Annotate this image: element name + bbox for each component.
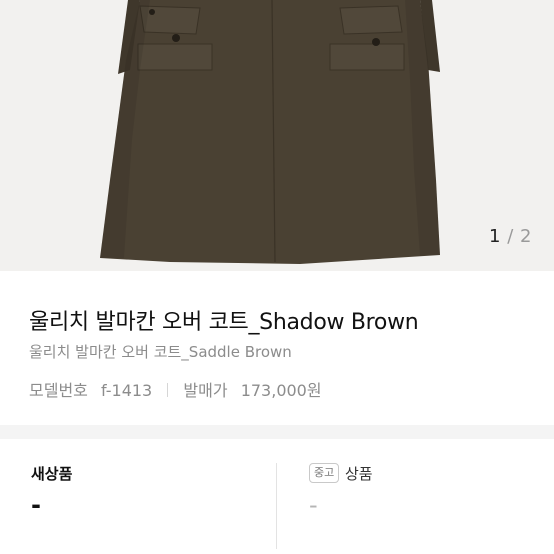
- product-title: 울리치 발마칸 오버 코트_Shadow Brown: [29, 310, 419, 335]
- tab-used-value: -: [309, 491, 318, 519]
- pager-separator: /: [507, 226, 514, 247]
- tab-used-label: 상품: [345, 465, 373, 483]
- release-price-label: 발매가: [183, 381, 228, 400]
- tab-new-label: 새상품: [31, 465, 73, 483]
- product-meta: 모델번호 f-1413 발매가 173,000원: [29, 377, 322, 401]
- tab-new-product[interactable]: 새상품 -: [0, 439, 276, 554]
- condition-tabs: 새상품 - 중고 상품 -: [0, 439, 554, 554]
- product-subtitle: 울리치 발마칸 오버 코트_Saddle Brown: [29, 343, 292, 361]
- release-price-value: 173,000원: [240, 381, 322, 400]
- coat-image: [100, 0, 440, 264]
- pager-total: 2: [520, 226, 532, 247]
- tab-used-product[interactable]: 중고 상품 -: [278, 439, 554, 554]
- model-number-label: 모델번호: [29, 381, 88, 400]
- tab-new-value: -: [31, 491, 41, 519]
- used-badge: 중고: [309, 463, 340, 483]
- product-image-gallery[interactable]: 1 / 2: [0, 0, 554, 271]
- meta-divider: [167, 383, 169, 397]
- model-number-value: f-1413: [100, 381, 153, 400]
- pager-current: 1: [489, 226, 501, 247]
- section-divider: [0, 425, 554, 439]
- tab-divider: [276, 463, 277, 549]
- image-pager: 1 / 2: [489, 226, 532, 247]
- product-info: 울리치 발마칸 오버 코트_Shadow Brown 울리치 발마칸 오버 코트…: [0, 271, 554, 425]
